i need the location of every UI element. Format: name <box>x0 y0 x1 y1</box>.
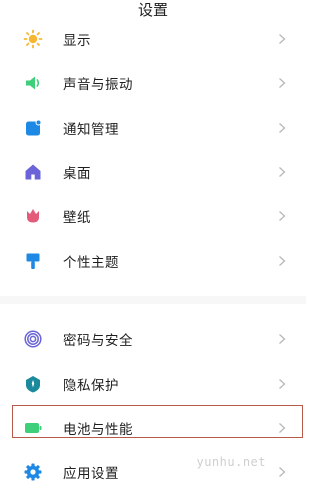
section-divider <box>0 296 306 304</box>
chevron-right-icon <box>276 377 288 391</box>
watermark-text: yunhu.net <box>196 455 266 469</box>
chevron-right-icon <box>276 32 288 46</box>
fingerprint-icon <box>22 328 44 350</box>
settings-item-label: 显示 <box>63 33 91 49</box>
chevron-right-icon <box>276 76 288 90</box>
chevron-right-icon <box>276 465 288 479</box>
chevron-right-icon <box>276 254 288 268</box>
chevron-right-icon <box>276 209 288 223</box>
settings-item-label: 通知管理 <box>63 122 119 138</box>
paint-brush-icon <box>22 250 44 272</box>
settings-item-label: 声音与振动 <box>63 77 133 93</box>
settings-item-label: 应用设置 <box>63 466 119 482</box>
settings-item-notifications[interactable]: 通知管理 <box>0 108 306 148</box>
settings-item-display[interactable]: 显示 <box>0 19 306 59</box>
settings-item-label: 桌面 <box>63 166 91 182</box>
settings-item-password-security[interactable]: 密码与安全 <box>0 319 306 359</box>
settings-item-wallpaper[interactable]: 壁纸 <box>0 196 306 236</box>
settings-item-privacy[interactable]: 隐私保护 <box>0 364 306 404</box>
chevron-right-icon <box>276 332 288 346</box>
speaker-icon <box>22 72 44 94</box>
chevron-right-icon <box>276 121 288 135</box>
settings-item-sound-vibration[interactable]: 声音与振动 <box>0 63 306 103</box>
highlight-annotation-box <box>12 405 303 438</box>
settings-item-themes[interactable]: 个性主题 <box>0 241 306 281</box>
home-icon <box>22 161 44 183</box>
chevron-right-icon <box>276 165 288 179</box>
page-title: 设置 <box>137 1 168 19</box>
settings-item-label: 密码与安全 <box>63 333 133 349</box>
privacy-shield-icon <box>22 373 44 395</box>
tulip-flower-icon <box>22 205 44 227</box>
gear-icon <box>22 461 44 483</box>
settings-item-label: 壁纸 <box>63 210 91 226</box>
brightness-sun-icon <box>22 28 44 50</box>
notification-icon <box>22 117 44 139</box>
settings-item-home-screen[interactable]: 桌面 <box>0 152 306 192</box>
settings-item-label: 隐私保护 <box>63 378 119 394</box>
settings-item-label: 个性主题 <box>63 255 119 271</box>
